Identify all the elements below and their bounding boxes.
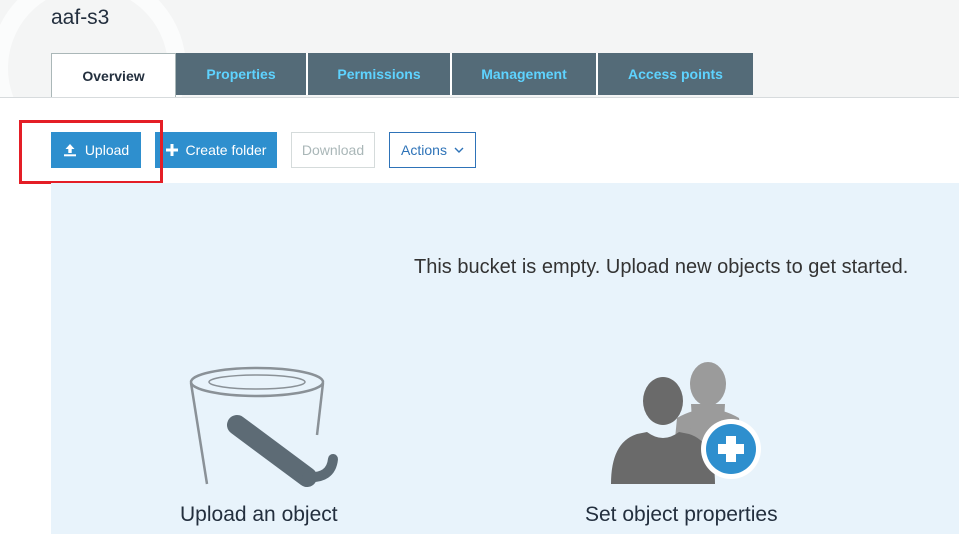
bucket-title: aaf-s3 bbox=[51, 6, 110, 29]
empty-bucket-panel: This bucket is empty. Upload new objects… bbox=[51, 183, 959, 534]
tab-access-points[interactable]: Access points bbox=[598, 53, 753, 95]
bucket-tabs: Overview Properties Permissions Manageme… bbox=[51, 53, 753, 97]
set-properties-card-label: Set object properties bbox=[585, 503, 778, 526]
actions-dropdown-label: Actions bbox=[401, 142, 447, 158]
bucket-icon bbox=[189, 366, 338, 487]
tab-properties[interactable]: Properties bbox=[176, 53, 308, 95]
actions-dropdown[interactable]: Actions bbox=[389, 132, 476, 168]
users-add-icon bbox=[611, 362, 761, 484]
download-button-label: Download bbox=[301, 142, 365, 158]
tab-permissions[interactable]: Permissions bbox=[308, 53, 452, 95]
chevron-down-icon bbox=[454, 147, 464, 153]
tab-overview[interactable]: Overview bbox=[51, 53, 176, 97]
bucket-header: aaf-s3 Overview Properties Permissions M… bbox=[0, 0, 959, 98]
create-folder-button-label: Create folder bbox=[185, 142, 267, 158]
upload-highlight-box bbox=[19, 120, 163, 184]
upload-object-card-label: Upload an object bbox=[180, 503, 338, 526]
create-folder-button[interactable]: Create folder bbox=[155, 132, 277, 168]
plus-icon bbox=[165, 144, 178, 156]
tab-management[interactable]: Management bbox=[452, 53, 598, 95]
empty-bucket-message: This bucket is empty. Upload new objects… bbox=[414, 256, 909, 278]
download-button[interactable]: Download bbox=[291, 132, 375, 168]
